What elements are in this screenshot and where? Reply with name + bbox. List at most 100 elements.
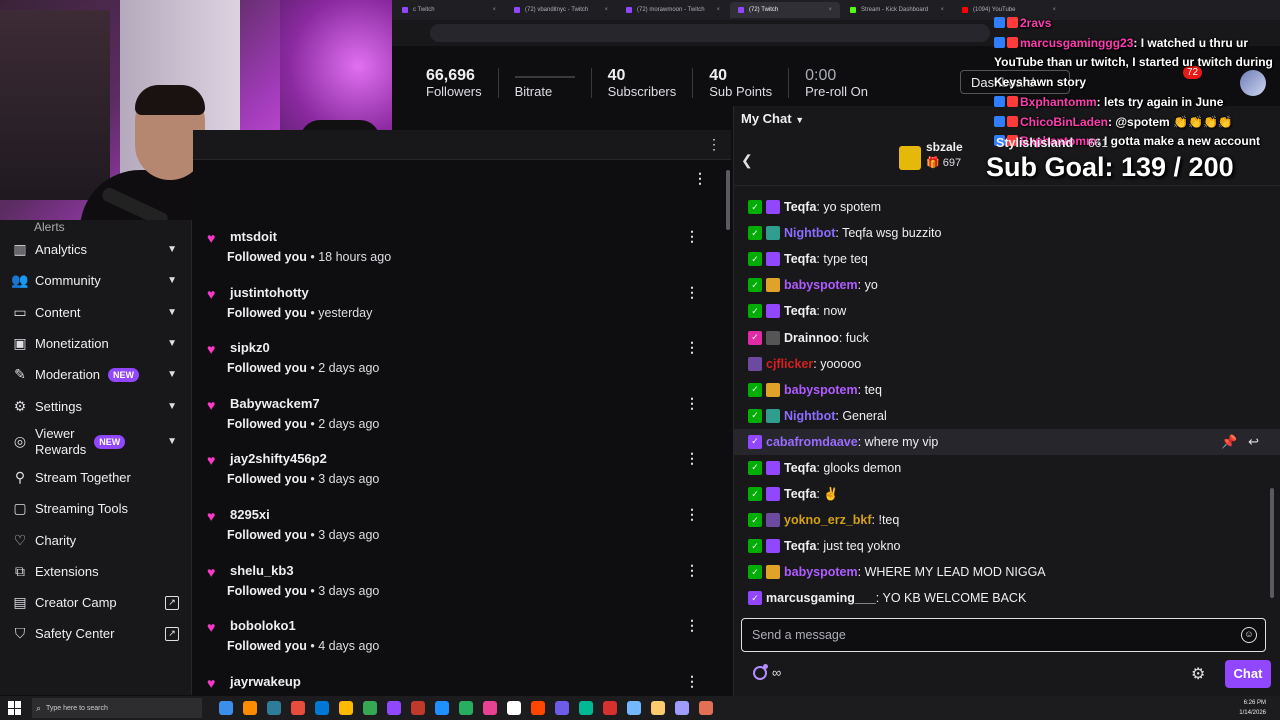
leaderboard-user[interactable]: sbzale <box>926 140 963 154</box>
follower-name[interactable]: justintohotty <box>230 285 309 300</box>
sidebar-item-viewer-rewards[interactable]: ◎ Viewer Rewards NEW ▼ <box>0 422 191 462</box>
chevron-down-icon[interactable]: ▼ <box>167 369 177 380</box>
taskbar-search[interactable]: Type here to search <box>32 698 202 718</box>
taskbar-app-icon[interactable] <box>387 701 401 715</box>
chat-username[interactable]: Teqfa <box>784 461 816 475</box>
chevron-down-icon[interactable]: ▼ <box>167 401 177 412</box>
sidebar-item-extensions[interactable]: ⧉ Extensions <box>0 556 191 587</box>
windows-start-icon[interactable] <box>8 701 22 715</box>
chevron-down-icon[interactable]: ▼ <box>167 275 177 286</box>
taskbar-app-icon[interactable] <box>603 701 617 715</box>
chat-username[interactable]: cjflicker <box>766 357 813 371</box>
sidebar-item-monetization[interactable]: ▣ Monetization ▼ <box>0 328 191 359</box>
send-chat-button[interactable]: Chat <box>1225 660 1271 688</box>
more-options-icon[interactable]: ⋮ <box>685 673 699 690</box>
taskbar-app-icon[interactable] <box>411 701 425 715</box>
more-options-icon[interactable]: ⋮ <box>685 450 699 467</box>
chat-message-input[interactable] <box>752 625 1222 645</box>
browser-tab[interactable]: c Twitch × <box>394 2 504 18</box>
sidebar-item-settings[interactable]: ⚙ Settings ▼ <box>0 390 191 421</box>
taskbar-app-icon[interactable] <box>435 701 449 715</box>
sidebar-item-stream-together[interactable]: ⚲ Stream Together <box>0 462 191 493</box>
close-icon[interactable]: × <box>828 7 832 13</box>
browser-tab[interactable]: (72) vbanditnyc - Twitch × <box>506 2 616 18</box>
chevron-down-icon[interactable]: ▼ <box>167 244 177 255</box>
chat-title[interactable]: My Chat ▼ <box>741 111 804 126</box>
follower-name[interactable]: mtsdoit <box>230 229 277 244</box>
browser-tab[interactable]: Stream - Kick Dashboard × <box>842 2 952 18</box>
taskbar-app-icon[interactable] <box>339 701 353 715</box>
sidebar-item-content[interactable]: ▭ Content ▼ <box>0 297 191 328</box>
follower-name[interactable]: Babywackem7 <box>230 396 320 411</box>
taskbar-app-icon[interactable] <box>219 701 233 715</box>
chat-username[interactable]: yokno_erz_bkf <box>784 513 872 527</box>
follower-name[interactable]: jay2shifty456p2 <box>230 451 327 466</box>
close-icon[interactable]: × <box>492 7 496 13</box>
follower-name[interactable]: boboloko1 <box>230 618 296 633</box>
chat-username[interactable]: Teqfa <box>784 252 816 266</box>
taskbar-app-icon[interactable] <box>315 701 329 715</box>
more-options-icon[interactable]: ⋮ <box>685 339 699 356</box>
chat-username[interactable]: Nightbot <box>784 226 835 240</box>
taskbar-app-icon[interactable] <box>555 701 569 715</box>
sidebar-item-streaming-tools[interactable]: ▢ Streaming Tools <box>0 493 191 524</box>
taskbar-app-icon[interactable] <box>267 701 281 715</box>
taskbar-app-icon[interactable] <box>483 701 497 715</box>
taskbar-app-icon[interactable] <box>699 701 713 715</box>
follower-name[interactable]: sipkz0 <box>230 340 270 355</box>
chat-username[interactable]: Nightbot <box>784 409 835 423</box>
more-options-icon[interactable]: ⋮ <box>685 617 699 634</box>
chat-username[interactable]: babyspotem <box>784 383 858 397</box>
more-options-icon[interactable]: ⋮ <box>685 228 699 245</box>
taskbar-app-icon[interactable] <box>579 701 593 715</box>
taskbar-app-icon[interactable] <box>531 701 545 715</box>
gear-icon[interactable]: ⚙ <box>1191 664 1205 684</box>
more-options-icon[interactable]: ⋮ <box>685 506 699 523</box>
address-field[interactable] <box>430 24 990 42</box>
more-options-icon[interactable]: ⋮ <box>685 562 699 579</box>
chat-username[interactable]: marcusgaming___ <box>766 591 876 605</box>
scrollbar[interactable] <box>726 170 730 230</box>
sidebar-item-safety-center[interactable]: ⛉ Safety Center ↗ <box>0 618 191 649</box>
close-icon[interactable]: × <box>604 7 608 13</box>
chat-username[interactable]: babyspotem <box>784 565 858 579</box>
chevron-down-icon[interactable]: ▼ <box>167 307 177 318</box>
taskbar-app-icon[interactable] <box>291 701 305 715</box>
taskbar-app-icon[interactable] <box>507 701 521 715</box>
chat-username[interactable]: Teqfa <box>784 200 816 214</box>
sidebar-item-charity[interactable]: ♡ Charity <box>0 524 191 555</box>
pin-reply-icons[interactable]: 📌 ↩ <box>1221 434 1259 450</box>
taskbar-app-icon[interactable] <box>459 701 473 715</box>
follower-name[interactable]: jayrwakeup <box>230 674 301 689</box>
more-options-icon[interactable]: ⋮ <box>685 284 699 301</box>
sidebar-item-alerts[interactable]: Alerts <box>0 220 191 234</box>
taskbar-app-icon[interactable] <box>675 701 689 715</box>
sidebar-item-analytics[interactable]: ▥ Analytics ▼ <box>0 234 191 265</box>
chevron-down-icon[interactable]: ▼ <box>167 338 177 349</box>
browser-tab[interactable]: (72) morawmoon - Twitch × <box>618 2 728 18</box>
chat-username[interactable]: Teqfa <box>784 304 816 318</box>
close-icon[interactable]: × <box>716 7 720 13</box>
chevron-down-icon[interactable]: ▼ <box>167 436 177 447</box>
chat-username[interactable]: babyspotem <box>784 278 858 292</box>
chat-input-box[interactable]: ☺ <box>741 618 1266 652</box>
more-options-icon[interactable]: ⋮ <box>685 395 699 412</box>
chevron-left-icon[interactable]: ❮ <box>741 152 753 169</box>
taskbar-app-icon[interactable] <box>363 701 377 715</box>
sidebar-item-community[interactable]: 👥 Community ▼ <box>0 265 191 296</box>
sidebar-item-moderation[interactable]: ✎ Moderation NEW ▼ <box>0 359 191 390</box>
sidebar-item-creator-camp[interactable]: ▤ Creator Camp ↗ <box>0 587 191 618</box>
chat-scrollbar[interactable] <box>1270 488 1274 598</box>
close-icon[interactable]: × <box>1052 7 1056 13</box>
chat-username[interactable]: Teqfa <box>784 487 816 501</box>
chat-username[interactable]: Drainnoo <box>784 331 839 345</box>
follower-name[interactable]: shelu_kb3 <box>230 563 294 578</box>
chat-username[interactable]: cabafromdaave <box>766 435 858 449</box>
taskbar-app-icon[interactable] <box>651 701 665 715</box>
follower-name[interactable]: 8295xi <box>230 507 270 522</box>
taskbar-app-icon[interactable] <box>243 701 257 715</box>
close-icon[interactable]: × <box>940 7 944 13</box>
emote-picker-icon[interactable]: ☺ <box>1241 627 1257 643</box>
more-options-icon[interactable]: ⋮ <box>707 136 721 153</box>
more-options-icon[interactable]: ⋮ <box>693 170 707 187</box>
